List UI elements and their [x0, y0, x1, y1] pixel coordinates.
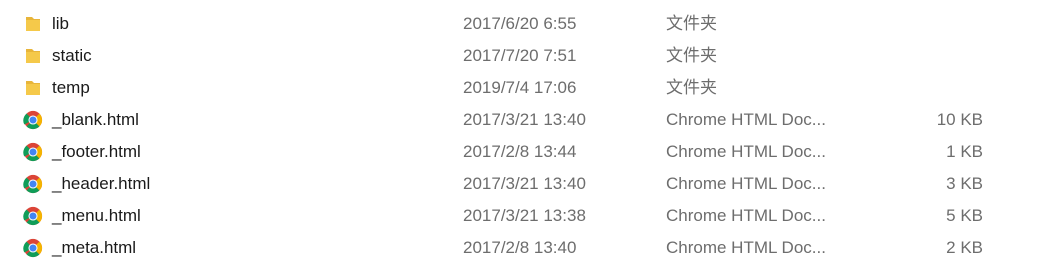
file-row-temp[interactable]: temp 2019/7/4 17:06 文件夹 — [0, 72, 1052, 104]
file-name: _meta.html — [52, 238, 137, 257]
file-modified: 2017/3/21 13:40 — [463, 174, 586, 193]
file-type: 文件夹 — [666, 14, 717, 33]
file-name: _header.html — [52, 174, 151, 193]
file-row-static[interactable]: static 2017/7/20 7:51 文件夹 — [0, 40, 1052, 72]
file-type: Chrome HTML Doc... — [666, 110, 826, 129]
folder-icon — [22, 14, 44, 34]
file-type: Chrome HTML Doc... — [666, 206, 826, 225]
file-modified: 2017/7/20 7:51 — [463, 46, 577, 65]
file-modified: 2017/2/8 13:40 — [463, 238, 577, 257]
file-size: 2 KB — [946, 238, 983, 257]
file-type: 文件夹 — [666, 46, 717, 65]
file-size: 5 KB — [946, 206, 983, 225]
file-row-blank-html[interactable]: _blank.html 2017/3/21 13:40 Chrome HTML … — [0, 104, 1052, 136]
file-modified: 2017/3/21 13:38 — [463, 206, 586, 225]
file-type: Chrome HTML Doc... — [666, 142, 826, 161]
file-row-footer-html[interactable]: _footer.html 2017/2/8 13:44 Chrome HTML … — [0, 136, 1052, 168]
file-modified: 2019/7/4 17:06 — [463, 78, 577, 97]
file-type: Chrome HTML Doc... — [666, 238, 826, 257]
file-size: 10 KB — [936, 110, 983, 129]
file-list: lib 2017/6/20 6:55 文件夹 static 2017/7/20 … — [0, 0, 1052, 263]
chrome-icon — [22, 110, 44, 130]
file-name: _footer.html — [52, 142, 141, 161]
file-name: lib — [52, 14, 70, 33]
file-modified: 2017/2/8 13:44 — [463, 142, 577, 161]
file-modified: 2017/6/20 6:55 — [463, 14, 577, 33]
file-size: 3 KB — [946, 174, 983, 193]
folder-icon — [22, 46, 44, 66]
file-row-header-html[interactable]: _header.html 2017/3/21 13:40 Chrome HTML… — [0, 168, 1052, 200]
file-modified: 2017/3/21 13:40 — [463, 110, 586, 129]
file-row-meta-html[interactable]: _meta.html 2017/2/8 13:40 Chrome HTML Do… — [0, 232, 1052, 264]
chrome-icon — [22, 142, 44, 162]
file-row-menu-html[interactable]: _menu.html 2017/3/21 13:38 Chrome HTML D… — [0, 200, 1052, 232]
chrome-icon — [22, 174, 44, 194]
file-type: 文件夹 — [666, 78, 717, 97]
file-name: temp — [52, 78, 90, 97]
folder-icon — [22, 78, 44, 98]
chrome-icon — [22, 206, 44, 226]
file-name: _blank.html — [52, 110, 139, 129]
file-size: 1 KB — [946, 142, 983, 161]
file-name: static — [52, 46, 92, 65]
chrome-icon — [22, 238, 44, 258]
file-type: Chrome HTML Doc... — [666, 174, 826, 193]
file-name: _menu.html — [52, 206, 141, 225]
file-row-lib[interactable]: lib 2017/6/20 6:55 文件夹 — [0, 8, 1052, 40]
